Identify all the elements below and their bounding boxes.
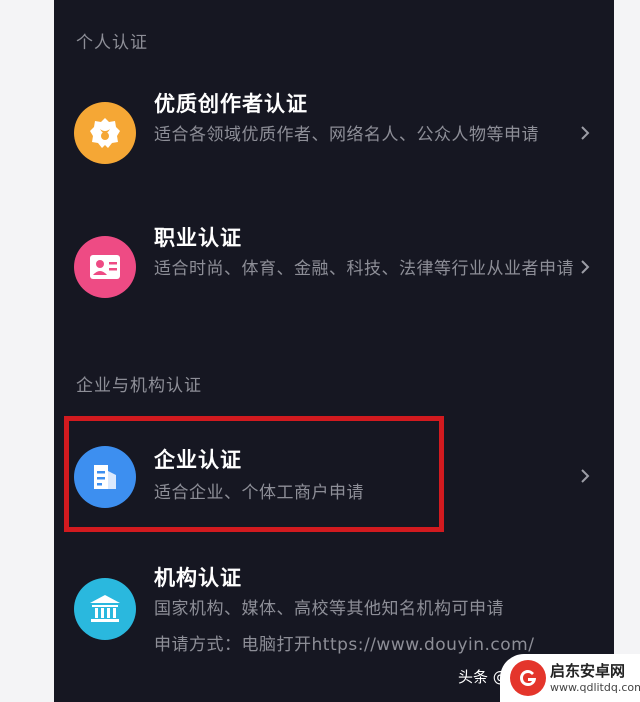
chevron-right-icon [581, 126, 590, 140]
item-title: 职业认证 [154, 226, 242, 250]
section-title-enterprise: 企业与机构认证 [76, 376, 202, 396]
certification-panel: 个人认证 优质创作者认证 适合各领域优质作者、网络名人、公众人物等申请 职业认证… [54, 0, 614, 702]
chevron-right-icon [581, 469, 590, 483]
list-item-quality-creator[interactable]: 优质创作者认证 适合各领域优质作者、网络名人、公众人物等申请 [54, 88, 614, 198]
section-title-personal: 个人认证 [76, 33, 148, 53]
logo-icon [510, 660, 546, 696]
item-description: 国家机构、媒体、高校等其他知名机构可申请 [154, 599, 504, 619]
item-title: 机构认证 [154, 566, 242, 590]
id-card-icon [74, 236, 136, 298]
list-item-profession[interactable]: 职业认证 适合时尚、体育、金融、科技、法律等行业从业者申请 [54, 222, 614, 332]
item-description: 适合各领域优质作者、网络名人、公众人物等申请 [154, 125, 539, 145]
chevron-right-icon [581, 260, 590, 274]
institution-icon [74, 578, 136, 640]
highlight-box [64, 416, 444, 532]
site-logo-watermark: 启东安卓网 www.qdlitdq.com [500, 654, 640, 702]
logo-text: 启东安卓网 [550, 662, 626, 680]
badge-icon [74, 102, 136, 164]
item-description: 适合时尚、体育、金融、科技、法律等行业从业者申请 [154, 259, 574, 279]
logo-url: www.qdlitdq.com [550, 681, 640, 694]
item-title: 优质创作者认证 [154, 92, 308, 116]
